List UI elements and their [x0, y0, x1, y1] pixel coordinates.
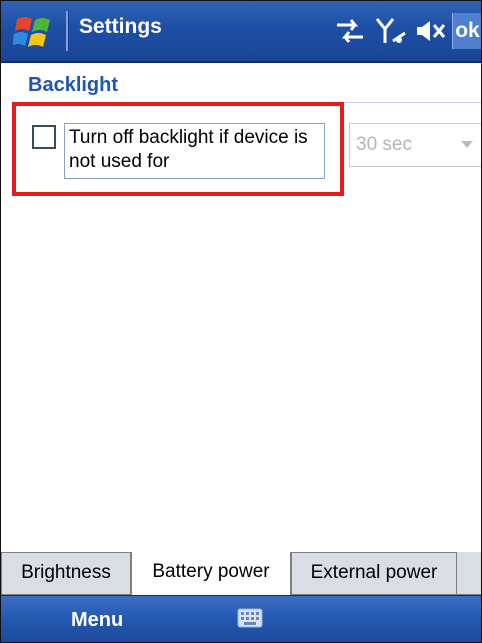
windows-flag-icon: [12, 17, 50, 47]
backlight-timeout-select[interactable]: 30 sec: [349, 123, 481, 167]
highlight-box: [12, 102, 344, 196]
title-bar: Settings ok: [1, 1, 481, 63]
section-title: Backlight: [28, 74, 119, 96]
tab-battery-power[interactable]: Battery power: [131, 552, 291, 596]
menu-bar: Menu: [1, 595, 481, 642]
title-separator: [66, 11, 69, 51]
chevron-down-icon: [461, 141, 473, 148]
speaker-mute-icon[interactable]: [413, 13, 449, 49]
tab-brightness[interactable]: Brightness: [1, 552, 131, 595]
menu-button[interactable]: Menu: [71, 609, 123, 632]
keyboard-icon[interactable]: [237, 608, 263, 628]
tab-bar: Brightness Battery power External power: [1, 551, 481, 596]
page-title: Settings: [79, 15, 162, 38]
start-button[interactable]: [12, 13, 57, 51]
tab-external-power[interactable]: External power: [291, 552, 457, 595]
ok-button[interactable]: ok: [452, 13, 481, 49]
signal-icon[interactable]: [373, 13, 409, 49]
device-screen: Settings ok Backlight Turn off backlight…: [0, 0, 482, 643]
backlight-timeout-value: 30 sec: [356, 134, 412, 155]
connectivity-icon[interactable]: [333, 13, 369, 49]
tab-bar-filler: [457, 552, 481, 595]
